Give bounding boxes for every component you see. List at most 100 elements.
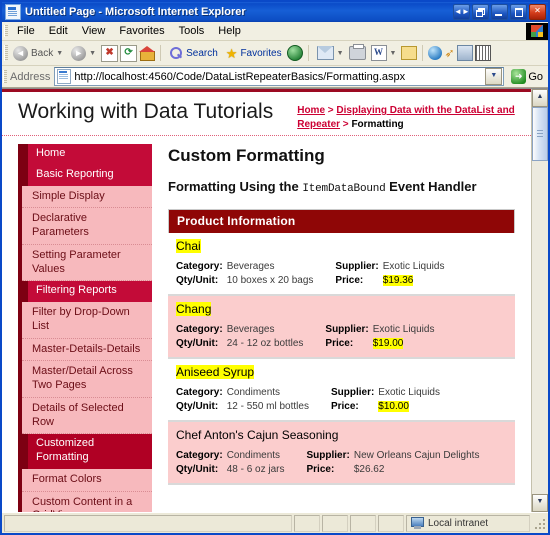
breadcrumb-home-link[interactable]: Home: [297, 105, 325, 116]
stop-icon[interactable]: ✖: [101, 44, 119, 62]
sidebar-item-master-details-details[interactable]: Master-Details-Details: [22, 338, 152, 362]
page-icon: [57, 69, 72, 84]
product-item: Chang Category: Beverages Supplier: Exot…: [168, 295, 515, 359]
product-name: Chef Anton's Cajun Seasoning: [176, 427, 339, 442]
discuss-icon[interactable]: [401, 46, 418, 60]
chevron-down-icon[interactable]: ▼: [337, 50, 344, 57]
menu-edit[interactable]: Edit: [42, 24, 75, 38]
status-segment: [322, 514, 348, 532]
sidebar-item-basic-reporting[interactable]: Basic Reporting: [18, 164, 152, 186]
sidebar-item-home[interactable]: Home: [18, 144, 152, 165]
menu-view[interactable]: View: [75, 24, 113, 38]
search-button[interactable]: Search: [166, 45, 221, 61]
price-label: Price:: [325, 337, 354, 349]
category-label: Category:: [176, 323, 223, 335]
minimize-group-button[interactable]: [472, 4, 489, 20]
page-icon: [5, 4, 21, 20]
home-icon[interactable]: [139, 46, 156, 61]
minimize-button[interactable]: [491, 4, 508, 20]
go-button-label: Go: [528, 70, 543, 83]
forward-arrow-icon: ►: [71, 45, 87, 61]
sidebar-item-customized-formatting[interactable]: Customized Formatting: [18, 434, 152, 469]
sidebar-item-format-colors[interactable]: Format Colors: [22, 468, 152, 492]
vertical-scrollbar[interactable]: ▲ ▼: [531, 89, 548, 512]
sidebar-item-filtering-reports[interactable]: Filtering Reports: [18, 281, 152, 302]
toolbar-separator: [422, 45, 424, 61]
qty-value: 48 - 6 oz jars: [226, 463, 285, 475]
history-icon[interactable]: [286, 45, 303, 61]
scroll-up-icon[interactable]: ▲: [532, 89, 548, 107]
menu-bar: File Edit View Favorites Tools Help: [2, 22, 548, 41]
windows-flag-icon: [526, 22, 548, 40]
product-name: Chang: [176, 301, 212, 316]
menu-tools[interactable]: Tools: [172, 24, 212, 38]
subheading-part-2: Event Handler: [385, 179, 477, 194]
search-icon: [169, 46, 183, 60]
sidebar-item-details-of-selected-row[interactable]: Details of Selected Row: [22, 397, 152, 435]
sidebar-item-custom-content-gridview[interactable]: Custom Content in a GridView: [22, 491, 152, 512]
mail-icon: [316, 46, 334, 60]
close-button[interactable]: ✕: [529, 4, 546, 20]
refresh-icon[interactable]: ⟳: [120, 44, 138, 62]
print-icon[interactable]: [348, 44, 366, 60]
chevron-down-icon[interactable]: ▼: [390, 50, 397, 57]
chevron-down-icon[interactable]: ▼: [89, 50, 96, 57]
product-item: Aniseed Syrup Category: Condiments Suppl…: [168, 359, 515, 422]
resize-grip[interactable]: [532, 516, 546, 530]
price-value: $19.00: [372, 337, 404, 349]
qty-label: Qty/Unit:: [176, 463, 219, 475]
chevron-down-icon[interactable]: ▼: [485, 68, 503, 85]
sidebar-item-master-detail-across-two-pages[interactable]: Master/Detail Across Two Pages: [22, 361, 152, 398]
price-value-cell: $19.36: [382, 274, 445, 288]
toolbar-separator: [160, 45, 162, 61]
messenger-icon[interactable]: [428, 46, 443, 60]
table-row: Category: Beverages Supplier: Exotic Liq…: [176, 323, 434, 337]
breadcrumb: Home > Displaying Data with the DataList…: [297, 104, 519, 131]
site-header: Working with Data Tutorials Home > Displ…: [2, 92, 531, 136]
sidebar-item-simple-display[interactable]: Simple Display: [22, 185, 152, 209]
menu-file[interactable]: File: [10, 24, 42, 38]
menu-favorites[interactable]: Favorites: [112, 24, 171, 38]
research-icon[interactable]: ➶: [444, 47, 454, 59]
product-fields: Category: Beverages Supplier: Exotic Liq…: [176, 323, 434, 351]
toolbar: ◄ Back ▼ ► ▼ ✖ ⟳ Search ★ Favorites ▼ W …: [2, 41, 548, 66]
scroll-down-icon[interactable]: ▼: [532, 494, 548, 512]
local-intranet-icon: [411, 517, 424, 529]
window-controls: ◄► ✕: [453, 4, 546, 20]
misc-toolbar-icon[interactable]: [474, 45, 491, 61]
chevron-down-icon[interactable]: ▼: [56, 50, 63, 57]
back-button[interactable]: ◄ Back ▼: [10, 45, 66, 62]
maximize-button[interactable]: [510, 4, 527, 20]
supplier-label: Supplier:: [335, 260, 379, 272]
restore-group-button[interactable]: ◄►: [453, 4, 470, 20]
category-value: Beverages: [226, 323, 275, 335]
edit-button[interactable]: W ▼: [368, 44, 400, 62]
supplier-label: Supplier:: [325, 323, 369, 335]
address-url-text: http://localhost:4560/Code/DataListRepea…: [74, 70, 406, 83]
sidebar-item-setting-parameter-values[interactable]: Setting Parameter Values: [22, 244, 152, 282]
scrollbar-thumb[interactable]: [532, 107, 548, 161]
table-row: Qty/Unit: 12 - 550 ml bottles Price: $10…: [176, 400, 440, 414]
favorites-button[interactable]: ★ Favorites: [223, 46, 285, 61]
breadcrumb-separator: >: [325, 105, 337, 116]
mail-button[interactable]: ▼: [314, 45, 347, 61]
product-item: Chai Category: Beverages Supplier: Exoti…: [168, 233, 515, 296]
content-heading: Custom Formatting: [168, 146, 325, 165]
price-label: Price:: [335, 274, 364, 286]
price-value: $10.00: [378, 400, 409, 412]
security-zone[interactable]: Local intranet: [406, 514, 530, 532]
address-input[interactable]: http://localhost:4560/Code/DataListRepea…: [54, 67, 505, 86]
sidebar-item-filter-by-drop-down-list[interactable]: Filter by Drop-Down List: [22, 302, 152, 339]
status-segment: [294, 514, 320, 532]
go-button[interactable]: ➜ Go: [508, 69, 546, 84]
browser-window: Untitled Page - Microsoft Internet Explo…: [0, 0, 550, 535]
forward-button[interactable]: ► ▼: [68, 45, 99, 62]
scrollbar-track[interactable]: [532, 107, 548, 494]
category-label: Category:: [176, 449, 223, 461]
status-bar: Local intranet: [2, 512, 548, 533]
page-title: Working with Data Tutorials: [18, 100, 274, 123]
encarta-icon[interactable]: [456, 45, 473, 61]
sidebar-item-declarative-parameters[interactable]: Declarative Parameters: [22, 208, 152, 245]
menu-help[interactable]: Help: [211, 24, 248, 38]
table-row: Category: Beverages Supplier: Exotic Liq…: [176, 260, 444, 274]
